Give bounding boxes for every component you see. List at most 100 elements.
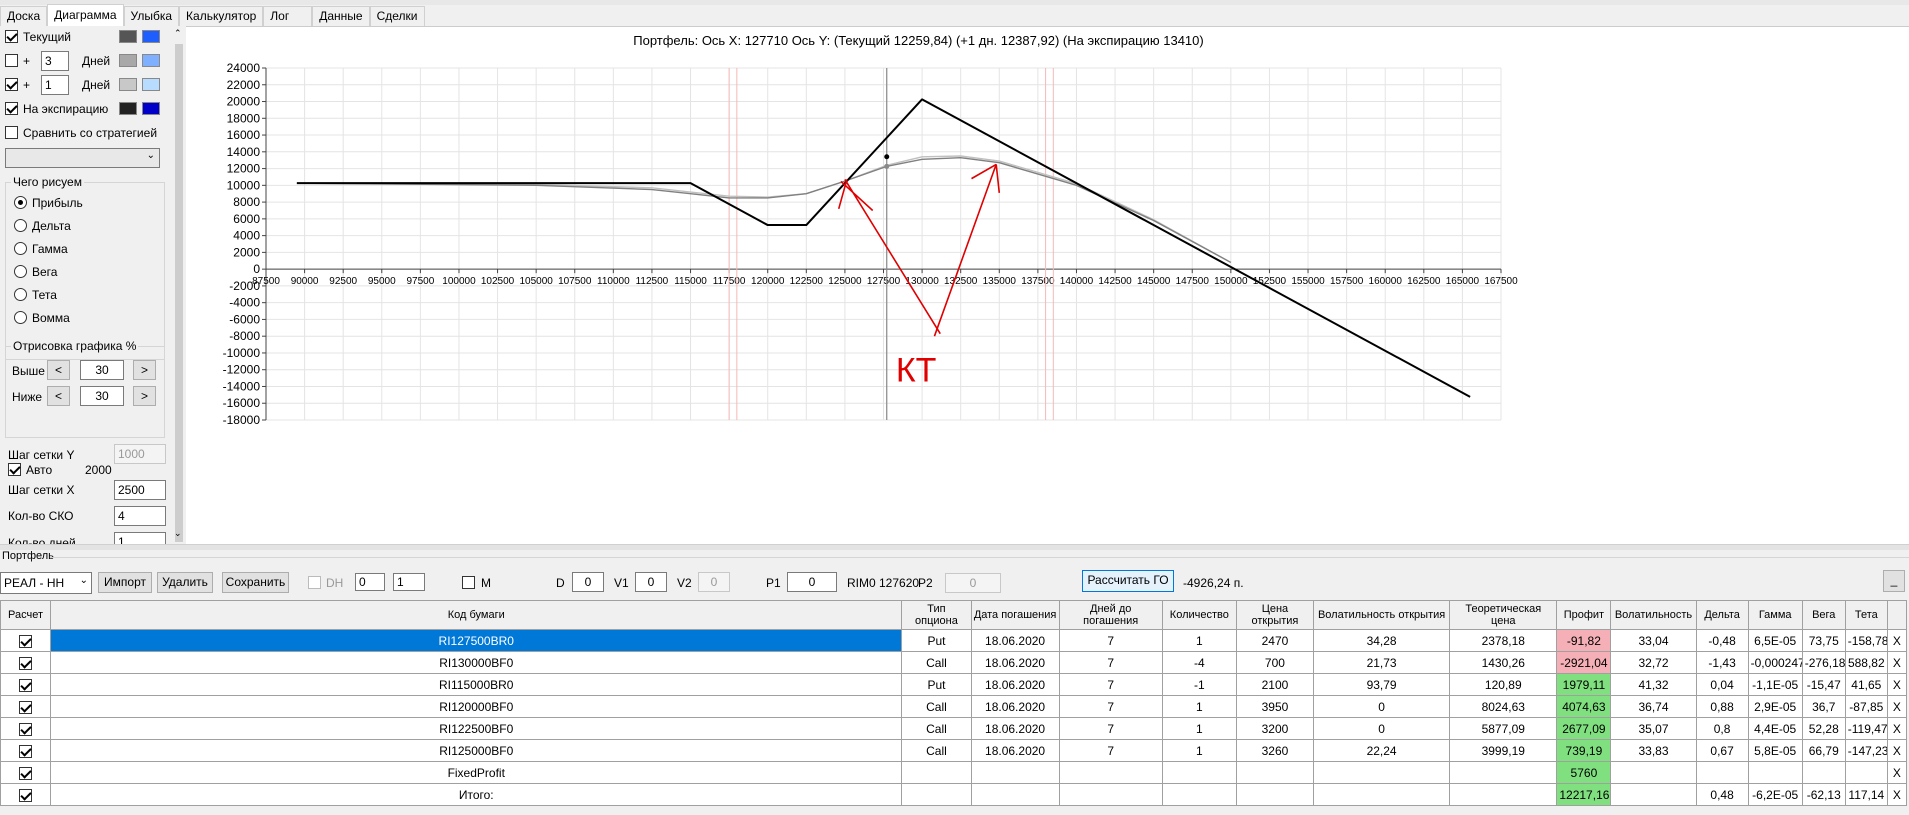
auto-checkbox[interactable] xyxy=(8,463,21,476)
remove-row-button[interactable]: X xyxy=(1886,651,1908,674)
days-count-input[interactable]: 1 xyxy=(114,532,166,544)
portfolio-select[interactable]: РЕАЛ - НН ⌄ xyxy=(0,572,92,594)
above-decrease-button[interactable]: < xyxy=(47,360,70,380)
column-header[interactable]: Вега xyxy=(1801,600,1846,630)
remove-row-button[interactable]: X xyxy=(1886,761,1908,784)
column-header[interactable]: Гамма xyxy=(1747,600,1803,630)
tab-ulybka[interactable]: Улыбка xyxy=(123,6,180,26)
d-input[interactable]: 0 xyxy=(572,572,604,592)
radio-delta[interactable] xyxy=(14,219,27,232)
strategy-select[interactable]: ⌄ xyxy=(5,148,160,168)
m-checkbox[interactable] xyxy=(462,576,475,589)
remove-row-button[interactable]: X xyxy=(1886,695,1908,718)
table-row[interactable]: RI127500BR0 Put 18.06.2020 7 1 2470 34,28 2378,… xyxy=(0,629,1908,652)
calc-checkbox[interactable] xyxy=(19,788,33,802)
calc-checkbox[interactable] xyxy=(19,656,33,670)
above-input[interactable]: 30 xyxy=(80,360,124,380)
column-header[interactable]: Дней до погашения xyxy=(1058,600,1163,630)
remove-row-button[interactable]: X xyxy=(1886,739,1908,762)
table-row[interactable]: RI122500BF0 Call 18.06.2020 7 1 3200 0 5877,09 2… xyxy=(0,717,1908,740)
radio-gamma[interactable] xyxy=(14,242,27,255)
tab-kalkulyator[interactable]: Калькулятор xyxy=(179,6,264,26)
delete-button[interactable]: Удалить xyxy=(157,572,213,593)
minimize-button[interactable]: _ xyxy=(1883,570,1905,592)
import-button[interactable]: Импорт xyxy=(98,572,152,593)
save-button[interactable]: Сохранить xyxy=(222,572,289,593)
tab-doska[interactable]: Доска xyxy=(0,6,48,26)
column-header[interactable]: Теоретическая цена xyxy=(1449,600,1558,630)
tab-sdelki[interactable]: Сделки xyxy=(369,6,425,26)
expiry-dark-swatch[interactable] xyxy=(119,102,137,115)
calc-checkbox-cell[interactable] xyxy=(0,783,52,806)
radio-vomma[interactable] xyxy=(14,311,27,324)
column-header[interactable]: Волатильность xyxy=(1610,600,1697,630)
calc-checkbox-cell[interactable] xyxy=(0,761,52,784)
expiry-checkbox[interactable] xyxy=(5,102,18,115)
dh-checkbox[interactable] xyxy=(308,576,321,589)
p2-input[interactable]: 0 xyxy=(945,573,1001,593)
days3-light-swatch[interactable] xyxy=(142,54,160,67)
table-row[interactable]: Итого: 12217,16 0,48 -6,2E-05 -62,13 117,14 X xyxy=(0,783,1908,806)
remove-row-button[interactable]: X xyxy=(1886,629,1908,652)
below-increase-button[interactable]: > xyxy=(133,386,156,406)
below-decrease-button[interactable]: < xyxy=(47,386,70,406)
calc-checkbox[interactable] xyxy=(19,722,33,736)
payoff-chart[interactable]: Портфель: Ось X: 127710 Ось Y: (Текущий … xyxy=(186,26,1909,550)
remove-row-button[interactable]: X xyxy=(1886,717,1908,740)
calc-checkbox[interactable] xyxy=(19,744,33,758)
compare-checkbox[interactable] xyxy=(5,126,18,139)
below-input[interactable]: 30 xyxy=(80,386,124,406)
column-header[interactable]: Цена открытия xyxy=(1235,600,1315,630)
table-row[interactable]: RI125000BF0 Call 18.06.2020 7 1 3260 22,24 3999… xyxy=(0,739,1908,762)
radio-profit[interactable] xyxy=(14,196,27,209)
calc-checkbox-cell[interactable] xyxy=(0,629,52,652)
grid-y-input[interactable]: 1000 xyxy=(114,444,166,464)
calc-checkbox-cell[interactable] xyxy=(0,717,52,740)
current-dark-swatch[interactable] xyxy=(119,30,137,43)
current-checkbox[interactable] xyxy=(5,30,18,43)
tab-dannye[interactable]: Данные xyxy=(312,6,370,26)
remove-row-button[interactable]: X xyxy=(1886,673,1908,696)
scroll-thumb[interactable] xyxy=(175,44,183,542)
calc-checkbox[interactable] xyxy=(19,700,33,714)
scroll-down-icon[interactable]: ⌄ xyxy=(174,528,182,539)
column-header[interactable]: Волатильность открытия xyxy=(1312,600,1451,630)
splitter[interactable] xyxy=(0,544,1909,550)
days1-input[interactable]: 1 xyxy=(41,75,69,95)
radio-vega[interactable] xyxy=(14,265,27,278)
calc-checkbox-cell[interactable] xyxy=(0,651,52,674)
calc-checkbox[interactable] xyxy=(19,678,33,692)
column-header[interactable]: Дельта xyxy=(1695,600,1749,630)
calc-go-button[interactable]: Рассчитать ГО xyxy=(1082,570,1174,592)
tab-log[interactable]: Лог xyxy=(263,6,313,26)
radio-theta[interactable] xyxy=(14,288,27,301)
calc-checkbox[interactable] xyxy=(19,634,33,648)
expiry-light-swatch[interactable] xyxy=(142,102,160,115)
tab-diagramma[interactable]: Диаграмма xyxy=(47,4,124,26)
calc-checkbox-cell[interactable] xyxy=(0,739,52,762)
column-header[interactable]: Тета xyxy=(1844,600,1888,630)
v2-input[interactable]: 0 xyxy=(698,572,730,592)
table-row[interactable]: RI120000BF0 Call 18.06.2020 7 1 3950 0 8024,63 4… xyxy=(0,695,1908,718)
dh-spinner-1[interactable]: 0 xyxy=(355,573,385,591)
left-panel-scrollbar[interactable]: ⌃ ⌄ xyxy=(172,26,186,544)
column-header[interactable]: Количество xyxy=(1161,600,1237,630)
calc-checkbox[interactable] xyxy=(19,766,33,780)
column-header[interactable]: Профит xyxy=(1556,600,1612,630)
column-header[interactable]: Тип опциона xyxy=(901,600,972,630)
column-header[interactable]: Расчет xyxy=(0,600,52,630)
remove-row-button[interactable]: X xyxy=(1886,783,1908,806)
days1-dark-swatch[interactable] xyxy=(119,78,137,91)
above-increase-button[interactable]: > xyxy=(133,360,156,380)
calc-checkbox-cell[interactable] xyxy=(0,673,52,696)
table-row[interactable]: RI115000BR0 Put 18.06.2020 7 -1 2100 93,79 120,… xyxy=(0,673,1908,696)
days1-light-swatch[interactable] xyxy=(142,78,160,91)
days1-checkbox[interactable] xyxy=(5,78,18,91)
days3-dark-swatch[interactable] xyxy=(119,54,137,67)
scroll-up-icon[interactable]: ⌃ xyxy=(174,28,182,39)
v1-input[interactable]: 0 xyxy=(635,572,667,592)
table-row[interactable]: FixedProfit 5760 X xyxy=(0,761,1908,784)
column-header[interactable] xyxy=(1886,600,1908,630)
p1-input[interactable]: 0 xyxy=(787,572,837,592)
column-header[interactable]: Дата погашения xyxy=(970,600,1060,630)
